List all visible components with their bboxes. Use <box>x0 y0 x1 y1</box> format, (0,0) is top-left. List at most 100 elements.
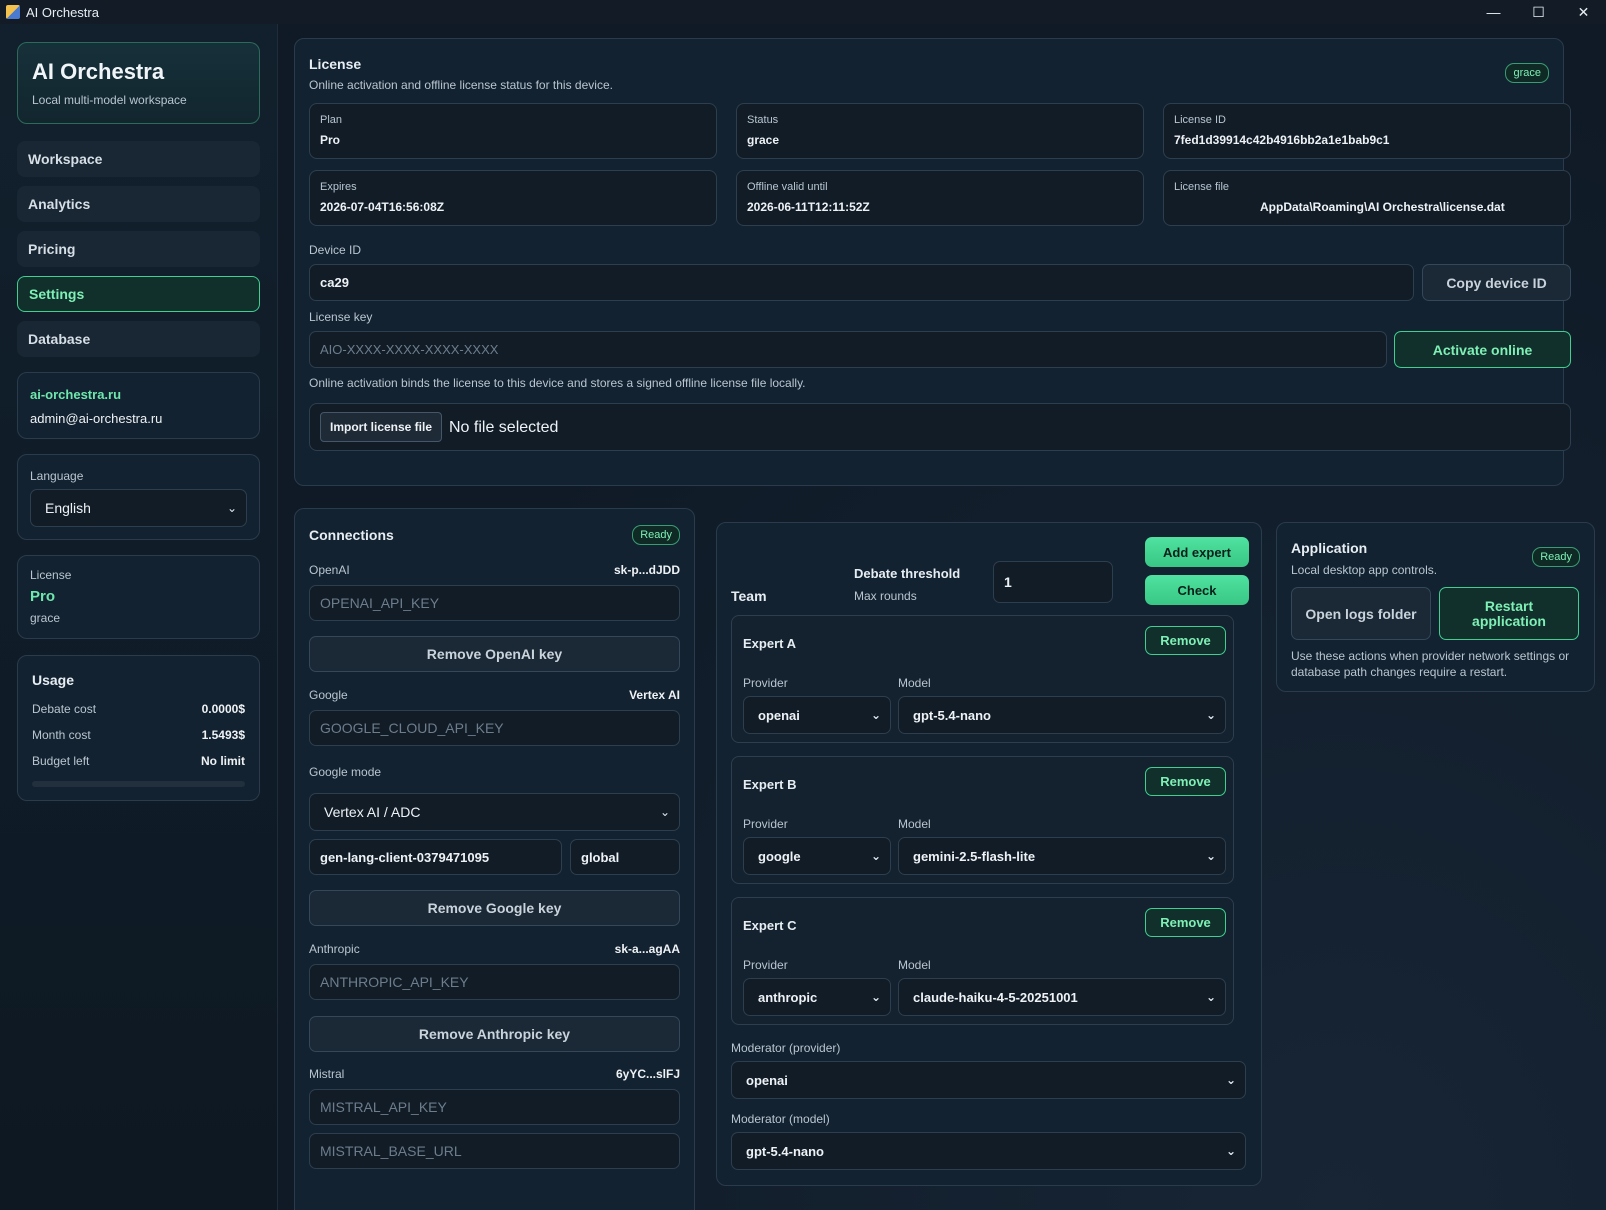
device-id-label: Device ID <box>309 243 362 257</box>
google-key-mask: Vertex AI <box>629 688 680 702</box>
usage-row: Debate cost 0.0000$ <box>32 702 245 716</box>
google-region-input[interactable]: global <box>570 839 680 875</box>
license-file-picker: Import license file No file selected <box>309 403 1571 451</box>
chevron-down-icon: ⌄ <box>659 805 670 819</box>
account-site: ai-orchestra.ru <box>30 387 122 402</box>
usage-card: Usage Debate cost 0.0000$ Month cost 1.549… <box>17 655 260 801</box>
moderator-provider-select[interactable]: openai ⌄ <box>731 1061 1246 1099</box>
mistral-label: Mistral <box>309 1067 345 1081</box>
remove-expert-c-button[interactable]: Remove <box>1145 908 1226 937</box>
check-button[interactable]: Check <box>1145 575 1249 605</box>
main-content: License Online activation and offline li… <box>279 24 1606 1210</box>
expert-b-provider-select[interactable]: google ⌄ <box>743 837 891 875</box>
language-card: Language English ⌄ <box>17 454 260 540</box>
chevron-down-icon: ⌄ <box>1205 990 1216 1004</box>
device-id-input[interactable]: ca29 <box>309 264 1414 301</box>
model-label: Model <box>898 817 931 831</box>
sidebar-item-pricing[interactable]: Pricing <box>17 231 260 267</box>
google-mode-select[interactable]: Vertex AI / ADC ⌄ <box>309 793 680 831</box>
chevron-down-icon: ⌄ <box>1225 1073 1236 1087</box>
debate-threshold-input[interactable]: 1 <box>993 561 1113 603</box>
expert-name: Expert B <box>743 777 797 792</box>
restart-application-button[interactable]: Restart application <box>1439 587 1579 640</box>
sidebar-item-workspace[interactable]: Workspace <box>17 141 260 177</box>
expert-card-b: Expert B Remove Provider Model google ⌄ g… <box>731 756 1234 884</box>
remove-expert-a-button[interactable]: Remove <box>1145 626 1226 655</box>
chevron-down-icon: ⌄ <box>870 849 881 863</box>
account-email: admin@ai-orchestra.ru <box>30 411 163 426</box>
chevron-down-icon: ⌄ <box>1225 1144 1236 1158</box>
remove-expert-b-button[interactable]: Remove <box>1145 767 1226 796</box>
title-bar: AI Orchestra — ☐ ✕ <box>0 0 1606 24</box>
sidebar-item-database[interactable]: Database <box>17 321 260 357</box>
remove-google-key-button[interactable]: Remove Google key <box>309 890 680 926</box>
google-label: Google <box>309 688 348 702</box>
remove-openai-key-button[interactable]: Remove OpenAI key <box>309 636 680 672</box>
team-card: Team Debate threshold Max rounds 1 Add e… <box>716 522 1262 1186</box>
close-button[interactable]: ✕ <box>1561 0 1606 24</box>
license-file-field: License file AppData\Roaming\AI Orchestra… <box>1163 170 1571 226</box>
debate-threshold-label: Debate threshold <box>854 566 961 581</box>
activation-note: Online activation binds the license to t… <box>309 376 806 390</box>
moderator-model-select[interactable]: gpt-5.4-nano ⌄ <box>731 1132 1246 1170</box>
google-row: Google Vertex AI <box>309 688 680 702</box>
openai-row: OpenAI sk-p...dJDD <box>309 563 680 577</box>
app-icon <box>6 5 20 19</box>
chevron-down-icon: ⌄ <box>1205 708 1216 722</box>
chevron-down-icon: ⌄ <box>870 708 881 722</box>
google-project-input[interactable]: gen-lang-client-0379471095 <box>309 839 562 875</box>
provider-label: Provider <box>743 817 788 831</box>
chevron-down-icon: ⌄ <box>870 990 881 1004</box>
anthropic-key-input[interactable]: ANTHROPIC_API_KEY <box>309 964 680 1000</box>
team-title: Team <box>731 588 767 604</box>
google-key-input[interactable]: GOOGLE_CLOUD_API_KEY <box>309 710 680 746</box>
moderator-model-label: Moderator (model) <box>731 1112 830 1126</box>
anthropic-key-mask: sk-a...agAA <box>614 942 680 956</box>
license-subtitle: Online activation and offline license st… <box>309 78 613 92</box>
mistral-key-input[interactable]: MISTRAL_API_KEY <box>309 1089 680 1125</box>
sidebar-item-analytics[interactable]: Analytics <box>17 186 260 222</box>
brand-card: AI Orchestra Local multi-model workspace <box>17 42 260 124</box>
usage-title: Usage <box>32 672 75 688</box>
license-key-input[interactable]: AIO-XXXX-XXXX-XXXX-XXXX <box>309 331 1387 368</box>
anthropic-row: Anthropic sk-a...agAA <box>309 942 680 956</box>
anthropic-label: Anthropic <box>309 942 360 956</box>
license-key-label: License key <box>309 310 373 324</box>
application-status-badge: Ready <box>1532 547 1580 567</box>
import-license-file-button[interactable]: Import license file <box>320 412 442 442</box>
maximize-button[interactable]: ☐ <box>1516 0 1561 24</box>
mistral-base-url-input[interactable]: MISTRAL_BASE_URL <box>309 1133 680 1169</box>
expert-c-model-select[interactable]: claude-haiku-4-5-20251001 ⌄ <box>898 978 1226 1016</box>
chevron-down-icon: ⌄ <box>1205 849 1216 863</box>
usage-row: Month cost 1.5493$ <box>32 728 245 742</box>
connections-status-badge: Ready <box>632 525 680 545</box>
minimize-button[interactable]: — <box>1471 0 1516 24</box>
sidebar-item-settings[interactable]: Settings <box>17 276 260 312</box>
offline-valid-field: Offline valid until 2026-06-11T12:11:52Z <box>736 170 1144 226</box>
license-summary-label: License <box>30 568 72 582</box>
copy-device-id-button[interactable]: Copy device ID <box>1422 264 1571 301</box>
activate-online-button[interactable]: Activate online <box>1394 331 1571 368</box>
open-logs-folder-button[interactable]: Open logs folder <box>1291 587 1431 640</box>
language-select[interactable]: English ⌄ <box>30 489 247 527</box>
license-title: License <box>309 56 362 72</box>
license-card: License Online activation and offline li… <box>294 38 1571 486</box>
model-label: Model <box>898 676 931 690</box>
application-note: Use these actions when provider network … <box>1291 649 1570 679</box>
openai-key-input[interactable]: OPENAI_API_KEY <box>309 585 680 621</box>
connections-title: Connections <box>309 527 394 543</box>
expert-card-c: Expert C Remove Provider Model anthropic… <box>731 897 1234 1025</box>
expert-a-model-select[interactable]: gpt-5.4-nano ⌄ <box>898 696 1226 734</box>
add-expert-button[interactable]: Add expert <box>1145 537 1249 567</box>
expert-c-provider-select[interactable]: anthropic ⌄ <box>743 978 891 1016</box>
provider-label: Provider <box>743 958 788 972</box>
expert-a-provider-select[interactable]: openai ⌄ <box>743 696 891 734</box>
language-value: English <box>45 500 91 516</box>
mistral-key-mask: 6yYC...slFJ <box>615 1067 680 1081</box>
expert-b-model-select[interactable]: gemini-2.5-flash-lite ⌄ <box>898 837 1226 875</box>
remove-anthropic-key-button[interactable]: Remove Anthropic key <box>309 1016 680 1052</box>
license-summary-status: grace <box>30 611 61 625</box>
no-file-text: No file selected <box>449 419 559 436</box>
openai-key-mask: sk-p...dJDD <box>613 563 680 577</box>
application-title: Application <box>1291 540 1368 556</box>
